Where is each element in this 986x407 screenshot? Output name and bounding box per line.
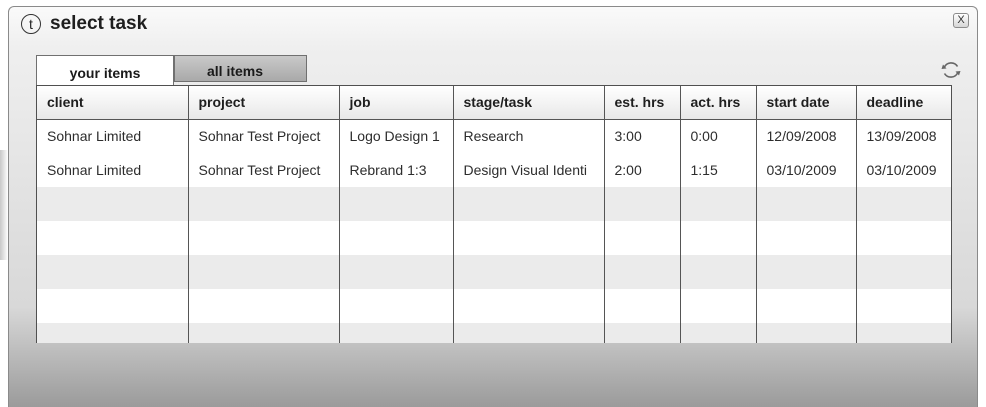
window-edge-shadow [0, 150, 8, 260]
column-header-act-hrs[interactable]: act. hrs [679, 86, 756, 120]
refresh-icon[interactable] [939, 58, 963, 82]
cell-act-hrs: 1:15 [679, 153, 756, 187]
empty-row [37, 187, 951, 221]
column-header-stage-task[interactable]: stage/task [452, 86, 604, 120]
logo-letter: t [29, 16, 33, 32]
column-header-est-hrs[interactable]: est. hrs [603, 86, 680, 120]
cell-project: Sohnar Test Project [187, 119, 339, 153]
cell-job: Logo Design 1 [338, 119, 453, 153]
empty-row [37, 289, 951, 323]
cell-project: Sohnar Test Project [187, 153, 339, 187]
cell-start-date: 12/09/2008 [755, 119, 856, 153]
cell-client: Sohnar Limited [37, 119, 188, 153]
cell-stage-task: Design Visual Identi [452, 153, 604, 187]
close-button[interactable]: X [953, 13, 969, 28]
column-header-job[interactable]: job [338, 86, 453, 120]
cell-start-date: 03/10/2009 [755, 153, 856, 187]
column-header-deadline[interactable]: deadline [855, 86, 951, 120]
task-grid: client project job stage/task est. hrs a… [36, 85, 952, 343]
task-table: client project job stage/task est. hrs a… [37, 86, 951, 343]
cell-est-hrs: 3:00 [603, 119, 680, 153]
empty-row [37, 255, 951, 289]
header-row: client project job stage/task est. hrs a… [37, 86, 951, 120]
cell-deadline: 03/10/2009 [855, 153, 951, 187]
dialog-title: select task [50, 13, 148, 34]
cell-job: Rebrand 1:3 [338, 153, 453, 187]
table-row[interactable]: Sohnar Limited Sohnar Test Project Rebra… [37, 153, 951, 187]
select-task-dialog: t select task X your items all items cli… [8, 6, 978, 407]
empty-row [37, 323, 951, 343]
cell-stage-task: Research [452, 119, 604, 153]
column-header-client[interactable]: client [37, 86, 188, 120]
cell-act-hrs: 0:00 [679, 119, 756, 153]
tab-all-items[interactable]: all items [174, 55, 307, 82]
cell-est-hrs: 2:00 [603, 153, 680, 187]
column-header-project[interactable]: project [187, 86, 339, 120]
logo-icon: t [21, 14, 41, 34]
empty-row [37, 221, 951, 255]
cell-deadline: 13/09/2008 [855, 119, 951, 153]
table-row[interactable]: Sohnar Limited Sohnar Test Project Logo … [37, 119, 951, 153]
close-icon: X [957, 14, 965, 26]
tab-your-items[interactable]: your items [36, 55, 174, 85]
cell-client: Sohnar Limited [37, 153, 188, 187]
column-header-start-date[interactable]: start date [755, 86, 856, 120]
